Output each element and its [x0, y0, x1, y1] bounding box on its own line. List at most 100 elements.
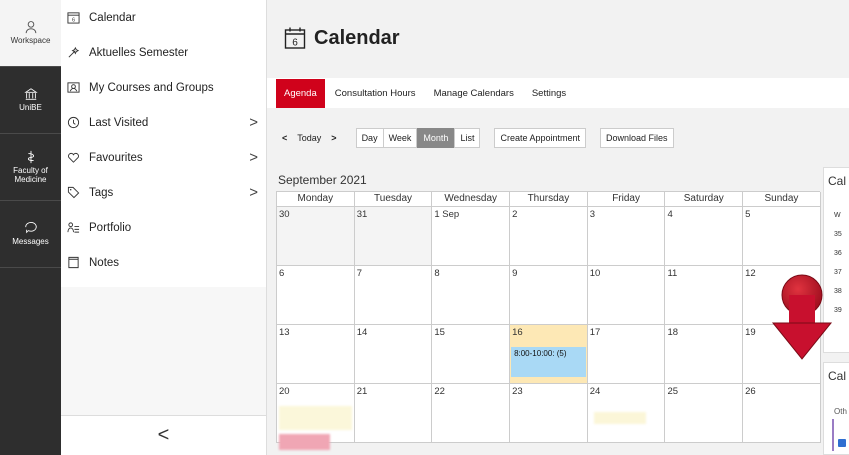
nav-item-label: Aktuelles Semester [89, 46, 189, 59]
day-cell[interactable]: 13 [277, 325, 355, 384]
day-cell[interactable]: 10 [587, 266, 666, 325]
page-title: Calendar [314, 26, 400, 49]
day-cell[interactable]: 3 [587, 207, 666, 266]
next-button[interactable]: > [326, 129, 341, 147]
nav-item-aktuelles-semester[interactable]: Aktuelles Semester [61, 35, 266, 70]
create-appointment-button[interactable]: Create Appointment [494, 128, 587, 148]
panel-title: Cal [828, 174, 847, 188]
nav-item-label: Last Visited [89, 116, 149, 129]
nav-item-my-courses[interactable]: My Courses and Groups [61, 70, 266, 105]
calendar-checkbox[interactable] [838, 439, 846, 447]
day-number: 23 [512, 386, 523, 397]
day-cell[interactable]: 17 [587, 325, 666, 384]
weekday-label: Saturday [665, 192, 744, 207]
day-cell[interactable]: 26 [743, 384, 821, 443]
day-number: 13 [279, 327, 290, 338]
chevron-right-icon[interactable]: > [249, 149, 258, 166]
day-cell[interactable]: 1 Sep [432, 207, 511, 266]
day-cell[interactable]: 24 [587, 384, 666, 443]
chevron-right-icon[interactable]: > [249, 184, 258, 201]
rail-workspace[interactable]: Workspace [0, 0, 61, 67]
day-cell[interactable]: 25 [665, 384, 744, 443]
day-number: 21 [356, 386, 368, 397]
day-number: 10 [589, 268, 601, 279]
day-number: 3 [589, 209, 596, 220]
nav-item-label: Notes [89, 256, 120, 269]
tab-manage-calendars[interactable]: Manage Calendars [426, 79, 522, 108]
tab-consultation-hours[interactable]: Consultation Hours [327, 79, 424, 108]
messages-icon [24, 222, 37, 234]
rail-unibe[interactable]: UniBE [0, 67, 61, 134]
day-number: 16 [512, 327, 523, 338]
day-cell[interactable]: 31 [354, 207, 433, 266]
nav-item-favourites[interactable]: Favourites > [61, 140, 266, 175]
day-cell[interactable]: 22 [432, 384, 511, 443]
day-number: 20 [279, 386, 290, 397]
day-cell[interactable]: 20 [277, 384, 355, 450]
nav-item-notes[interactable]: Notes [61, 245, 266, 280]
view-list-button[interactable]: List [454, 128, 481, 148]
download-files-button[interactable]: Download Files [600, 128, 674, 148]
weekday-label: Friday [587, 192, 666, 207]
nav-item-tags[interactable]: Tags > [61, 175, 266, 210]
month-label: September 2021 [278, 173, 367, 187]
day-number: 4 [667, 209, 673, 220]
day-cell[interactable]: 15 [432, 325, 511, 384]
main-rail: Workspace UniBE Faculty of Medicine Mess… [0, 0, 61, 455]
rail-faculty-medicine[interactable]: Faculty of Medicine [0, 134, 61, 201]
today-button[interactable]: Today [292, 129, 326, 147]
week-number[interactable]: 35 [824, 225, 849, 244]
collapse-nav-button[interactable]: < [61, 415, 266, 455]
day-cell[interactable]: 8 [432, 266, 511, 325]
portfolio-icon [67, 222, 80, 233]
view-week-button[interactable]: Week [383, 128, 418, 148]
calendar-event[interactable]: 8:00-10:00: (5) [511, 347, 586, 377]
view-month-button[interactable]: Month [417, 128, 455, 148]
day-cell[interactable]: 11 [665, 266, 744, 325]
nav-item-label: Favourites [89, 151, 143, 164]
day-cell[interactable]: 5 [743, 207, 821, 266]
blurred-event[interactable] [279, 406, 352, 430]
day-cell[interactable]: 6 [277, 266, 355, 325]
view-day-button[interactable]: Day [355, 128, 384, 148]
day-cell[interactable]: 7 [354, 266, 433, 325]
day-number: 17 [589, 327, 601, 338]
medicine-icon [27, 150, 34, 163]
heart-icon [68, 152, 79, 163]
day-cell[interactable]: 2 [510, 207, 588, 266]
day-cell[interactable]: 9 [510, 266, 588, 325]
day-cell-today[interactable]: 16 8:00-10:00: (5) [510, 325, 588, 384]
page-header: 6 Calendar [284, 26, 400, 50]
prev-button[interactable]: < [277, 129, 292, 147]
nav-item-label: My Courses and Groups [89, 81, 214, 94]
day-cell[interactable]: 21 [354, 384, 433, 443]
day-number: 22 [434, 386, 445, 397]
day-cell[interactable]: 30 [277, 207, 355, 266]
nav-item-last-visited[interactable]: Last Visited > [61, 105, 266, 140]
day-number: 26 [745, 386, 756, 397]
day-cell[interactable]: 4 [665, 207, 744, 266]
note-icon [68, 256, 79, 269]
nav-item-calendar[interactable]: 6 Calendar [61, 0, 266, 35]
day-cell[interactable]: 23 [510, 384, 588, 443]
tab-bar: Agenda Consultation Hours Manage Calenda… [267, 78, 849, 108]
rail-label: Messages [12, 237, 49, 247]
tab-settings[interactable]: Settings [524, 79, 574, 108]
tab-agenda[interactable]: Agenda [276, 78, 325, 108]
week-number[interactable]: 36 [824, 244, 849, 263]
day-number: 19 [745, 327, 756, 338]
blurred-event[interactable] [593, 412, 647, 424]
day-number: 14 [356, 327, 368, 338]
nav-item-portfolio[interactable]: Portfolio [61, 210, 266, 245]
calendar-icon-day: 6 [292, 38, 298, 49]
other-calendars-label: Oth [834, 407, 847, 416]
day-cell[interactable]: 18 [665, 325, 744, 384]
day-cell[interactable]: 14 [354, 325, 433, 384]
weekday-label: Tuesday [354, 192, 433, 207]
calendar-icon: 6 [284, 27, 306, 49]
annotation-arrow-icon [771, 274, 833, 360]
chevron-right-icon[interactable]: > [249, 114, 258, 131]
blurred-event[interactable] [279, 434, 330, 450]
rail-messages[interactable]: Messages [0, 201, 61, 268]
clock-icon [67, 116, 80, 129]
